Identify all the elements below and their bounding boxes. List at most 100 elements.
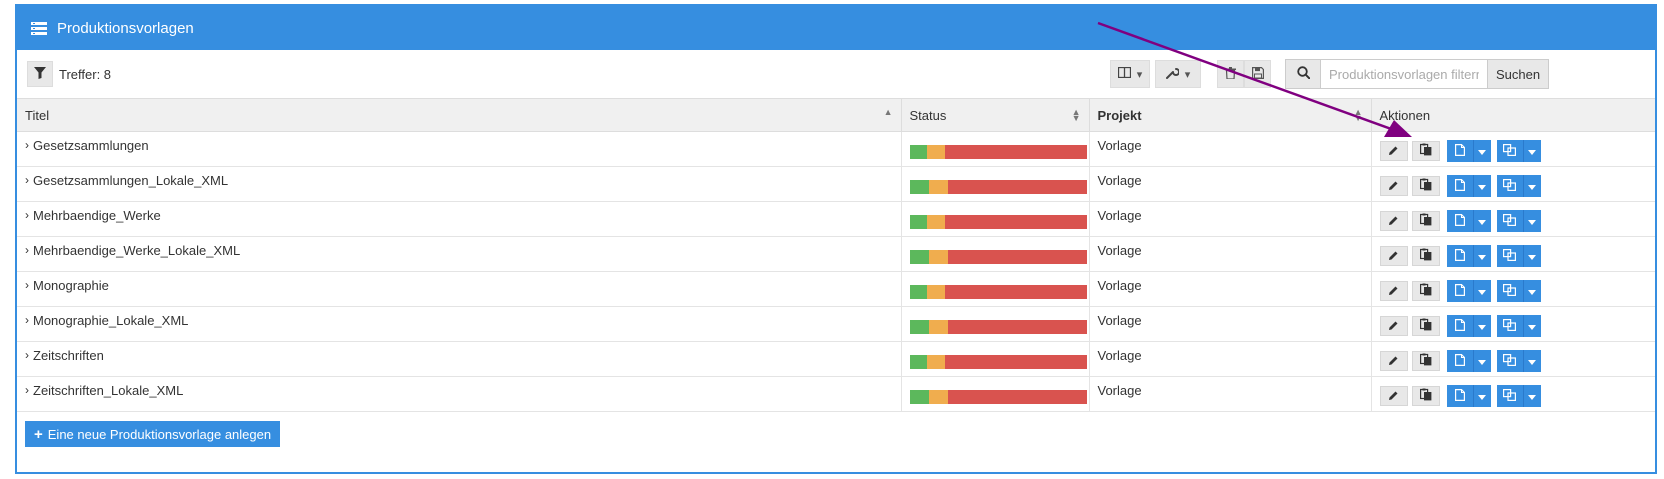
duplicate-dropdown-toggle[interactable] [1522, 210, 1541, 232]
status-progress-bar [909, 215, 1087, 229]
duplicate-dropdown-toggle[interactable] [1522, 385, 1541, 407]
duplicate-dropdown-toggle[interactable] [1522, 245, 1541, 267]
status-segment-orange [927, 285, 945, 299]
duplicate-dropdown-toggle[interactable] [1522, 175, 1541, 197]
copy-button[interactable] [1411, 211, 1440, 231]
expand-chevron-icon[interactable]: › [25, 278, 29, 292]
document-dropdown-toggle[interactable] [1472, 175, 1491, 197]
copy-button[interactable] [1411, 316, 1440, 336]
cell-project: Vorlage [1088, 271, 1371, 307]
file-icon [1454, 178, 1465, 194]
duplicate-dropdown [1496, 210, 1541, 232]
search-button[interactable]: Suchen [1487, 59, 1549, 89]
copy-button[interactable] [1411, 141, 1440, 161]
save-button[interactable] [1244, 60, 1271, 88]
status-segment-orange [927, 215, 945, 229]
copy-button[interactable] [1411, 176, 1440, 196]
duplicate-dropdown-toggle[interactable] [1522, 315, 1541, 337]
document-button[interactable] [1446, 350, 1473, 372]
edit-button[interactable] [1379, 281, 1408, 301]
template-title: Gesetzsammlungen_Lokale_XML [33, 172, 229, 188]
clipboard-copy-icon [1419, 143, 1432, 159]
duplicate-button[interactable] [1496, 280, 1523, 302]
file-icon [1454, 388, 1465, 404]
document-dropdown-toggle[interactable] [1472, 385, 1491, 407]
expand-chevron-icon[interactable]: › [25, 383, 29, 397]
cell-status [900, 271, 1089, 307]
duplicate-dropdown [1496, 280, 1541, 302]
edit-button[interactable] [1379, 176, 1408, 196]
template-title: Monographie [33, 277, 109, 293]
edit-button[interactable] [1379, 246, 1408, 266]
search-input[interactable] [1321, 59, 1487, 89]
status-segment-green [909, 180, 929, 194]
edit-button[interactable] [1379, 316, 1408, 336]
pencil-icon [1388, 249, 1399, 264]
expand-chevron-icon[interactable]: › [25, 313, 29, 327]
tools-dropdown-button[interactable]: ▾ [1155, 60, 1201, 88]
edit-button[interactable] [1379, 386, 1408, 406]
document-button[interactable] [1446, 315, 1473, 337]
expand-chevron-icon[interactable]: › [25, 208, 29, 222]
plus-icon: + [34, 425, 43, 443]
document-dropdown-toggle[interactable] [1472, 140, 1491, 162]
status-segment-red [948, 390, 1087, 404]
duplicate-button[interactable] [1496, 385, 1523, 407]
search-icon-box [1285, 59, 1321, 89]
cell-title: › Mehrbaendige_Werke [17, 201, 901, 237]
pencil-icon [1388, 319, 1399, 334]
cell-title: › Zeitschriften_Lokale_XML [17, 376, 901, 412]
copy-button[interactable] [1411, 351, 1440, 371]
project-name: Vorlage [1097, 382, 1142, 398]
duplicate-dropdown-toggle[interactable] [1522, 140, 1541, 162]
status-progress-bar [909, 390, 1087, 404]
delete-button[interactable] [1217, 60, 1244, 88]
document-button[interactable] [1446, 140, 1473, 162]
document-button[interactable] [1446, 245, 1473, 267]
duplicate-dropdown-toggle[interactable] [1522, 350, 1541, 372]
copy-button[interactable] [1411, 281, 1440, 301]
copy-button[interactable] [1411, 246, 1440, 266]
duplicate-dropdown-toggle[interactable] [1522, 280, 1541, 302]
duplicate-button[interactable] [1496, 140, 1523, 162]
copy-button[interactable] [1411, 386, 1440, 406]
document-button[interactable] [1446, 175, 1473, 197]
clipboard-copy-icon [1419, 318, 1432, 334]
edit-button[interactable] [1379, 141, 1408, 161]
template-title: Zeitschriften [33, 347, 104, 363]
duplicate-button[interactable] [1496, 245, 1523, 267]
add-template-button[interactable]: + Eine neue Produktionsvorlage anlegen [25, 421, 281, 447]
document-button[interactable] [1446, 385, 1473, 407]
toolbar: Treffer: 8 ▾ ▾ Produktionsvorlagen filte… [17, 50, 1655, 98]
expand-chevron-icon[interactable]: › [25, 243, 29, 257]
duplicate-button[interactable] [1496, 210, 1523, 232]
column-header-title[interactable]: Titel ▲ [17, 98, 901, 132]
chevron-down-icon [1528, 179, 1536, 194]
expand-chevron-icon[interactable]: › [25, 348, 29, 362]
column-header-status[interactable]: Status ▲ ▼ [900, 98, 1089, 132]
document-button[interactable] [1446, 210, 1473, 232]
edit-button[interactable] [1379, 351, 1408, 371]
column-header-project[interactable]: Projekt ▲ ▼ [1088, 98, 1371, 132]
document-dropdown-toggle[interactable] [1472, 315, 1491, 337]
document-dropdown [1446, 385, 1491, 407]
duplicate-button[interactable] [1496, 350, 1523, 372]
duplicate-button[interactable] [1496, 175, 1523, 197]
file-icon [1454, 143, 1465, 159]
document-dropdown-toggle[interactable] [1472, 280, 1491, 302]
clipboard-copy-icon [1419, 353, 1432, 369]
expand-chevron-icon[interactable]: › [25, 173, 29, 187]
document-dropdown-toggle[interactable] [1472, 210, 1491, 232]
columns-dropdown-button[interactable]: ▾ [1110, 60, 1150, 88]
document-button[interactable] [1446, 280, 1473, 302]
edit-button[interactable] [1379, 211, 1408, 231]
duplicate-button[interactable] [1496, 315, 1523, 337]
expand-chevron-icon[interactable]: › [25, 138, 29, 152]
filter-button[interactable] [27, 61, 53, 87]
document-dropdown-toggle[interactable] [1472, 350, 1491, 372]
cell-actions [1370, 376, 1655, 412]
cell-title: › Gesetzsammlungen_Lokale_XML [17, 166, 901, 202]
table-row: › Mehrbaendige_Werke_Lokale_XML Vorlage [17, 236, 1655, 272]
document-dropdown-toggle[interactable] [1472, 245, 1491, 267]
cell-project: Vorlage [1088, 166, 1371, 202]
